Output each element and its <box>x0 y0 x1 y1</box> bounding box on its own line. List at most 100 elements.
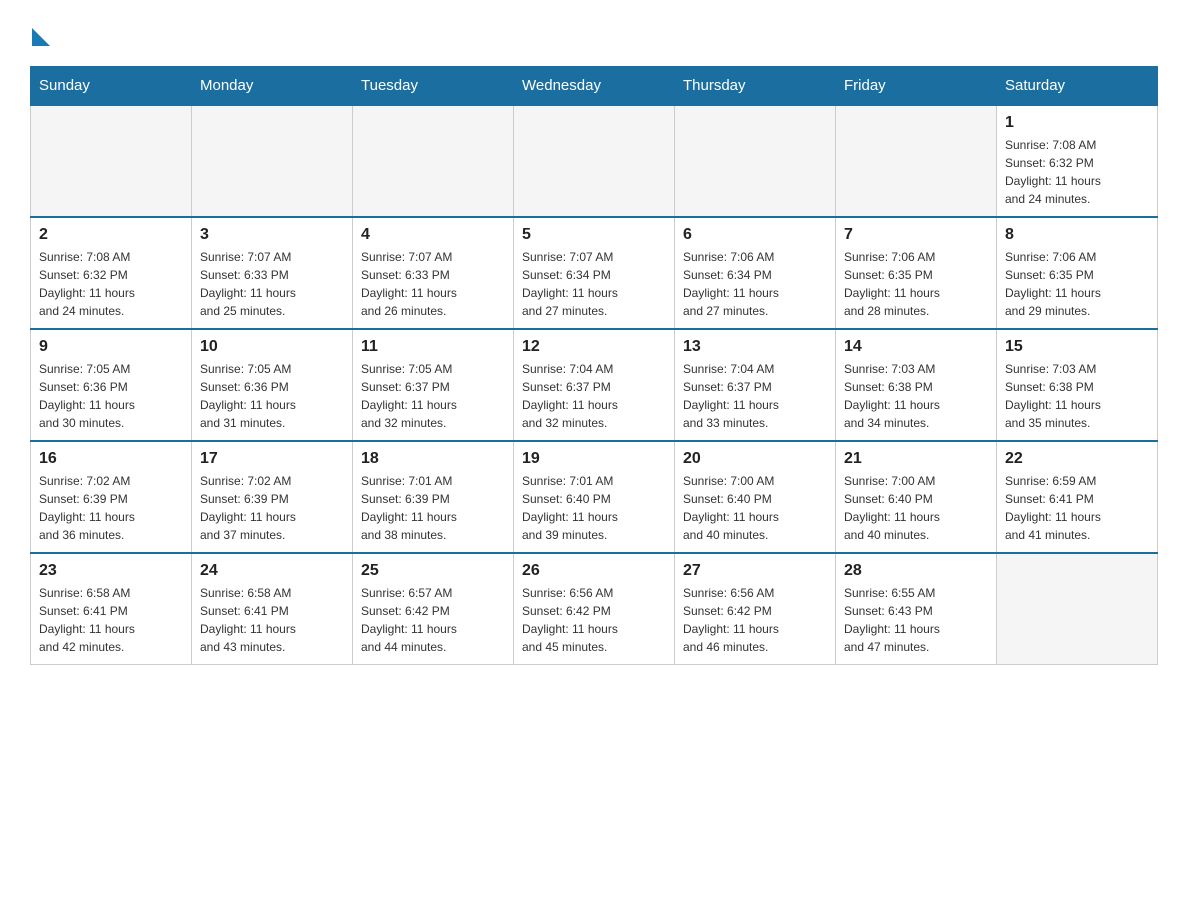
day-info: Sunrise: 6:57 AM Sunset: 6:42 PM Dayligh… <box>361 584 505 656</box>
day-number: 16 <box>39 450 183 468</box>
calendar-day-cell: 21 Sunrise: 7:00 AM Sunset: 6:40 PM Dayli… <box>836 441 997 553</box>
day-info: Sunrise: 7:00 AM Sunset: 6:40 PM Dayligh… <box>844 472 988 544</box>
calendar-day-cell: 3 Sunrise: 7:07 AM Sunset: 6:33 PM Daylig… <box>192 217 353 329</box>
calendar-day-cell: 1 Sunrise: 7:08 AM Sunset: 6:32 PM Daylig… <box>997 105 1158 217</box>
day-info: Sunrise: 7:03 AM Sunset: 6:38 PM Dayligh… <box>844 360 988 432</box>
day-info: Sunrise: 7:06 AM Sunset: 6:35 PM Dayligh… <box>844 248 988 320</box>
calendar-day-cell: 25 Sunrise: 6:57 AM Sunset: 6:42 PM Dayli… <box>353 553 514 665</box>
calendar-day-cell: 15 Sunrise: 7:03 AM Sunset: 6:38 PM Dayli… <box>997 329 1158 441</box>
calendar-day-cell: 5 Sunrise: 7:07 AM Sunset: 6:34 PM Daylig… <box>514 217 675 329</box>
day-number: 27 <box>683 562 827 580</box>
calendar-day-cell: 17 Sunrise: 7:02 AM Sunset: 6:39 PM Dayli… <box>192 441 353 553</box>
day-info: Sunrise: 7:05 AM Sunset: 6:36 PM Dayligh… <box>39 360 183 432</box>
day-info: Sunrise: 7:02 AM Sunset: 6:39 PM Dayligh… <box>200 472 344 544</box>
day-info: Sunrise: 7:04 AM Sunset: 6:37 PM Dayligh… <box>683 360 827 432</box>
day-info: Sunrise: 7:07 AM Sunset: 6:33 PM Dayligh… <box>361 248 505 320</box>
column-header-sunday: Sunday <box>31 67 192 106</box>
day-info: Sunrise: 6:58 AM Sunset: 6:41 PM Dayligh… <box>39 584 183 656</box>
calendar-day-cell <box>836 105 997 217</box>
day-info: Sunrise: 7:05 AM Sunset: 6:36 PM Dayligh… <box>200 360 344 432</box>
day-number: 1 <box>1005 114 1149 132</box>
day-info: Sunrise: 7:07 AM Sunset: 6:33 PM Dayligh… <box>200 248 344 320</box>
column-header-monday: Monday <box>192 67 353 106</box>
day-info: Sunrise: 7:06 AM Sunset: 6:35 PM Dayligh… <box>1005 248 1149 320</box>
day-number: 25 <box>361 562 505 580</box>
day-info: Sunrise: 7:05 AM Sunset: 6:37 PM Dayligh… <box>361 360 505 432</box>
day-number: 19 <box>522 450 666 468</box>
day-number: 2 <box>39 226 183 244</box>
calendar-table: SundayMondayTuesdayWednesdayThursdayFrid… <box>30 66 1158 665</box>
calendar-day-cell: 19 Sunrise: 7:01 AM Sunset: 6:40 PM Dayli… <box>514 441 675 553</box>
calendar-week-row: 1 Sunrise: 7:08 AM Sunset: 6:32 PM Daylig… <box>31 105 1158 217</box>
calendar-day-cell: 6 Sunrise: 7:06 AM Sunset: 6:34 PM Daylig… <box>675 217 836 329</box>
day-info: Sunrise: 7:06 AM Sunset: 6:34 PM Dayligh… <box>683 248 827 320</box>
calendar-day-cell <box>675 105 836 217</box>
day-info: Sunrise: 7:01 AM Sunset: 6:39 PM Dayligh… <box>361 472 505 544</box>
day-number: 17 <box>200 450 344 468</box>
calendar-day-cell: 4 Sunrise: 7:07 AM Sunset: 6:33 PM Daylig… <box>353 217 514 329</box>
calendar-day-cell: 23 Sunrise: 6:58 AM Sunset: 6:41 PM Dayli… <box>31 553 192 665</box>
calendar-day-cell: 26 Sunrise: 6:56 AM Sunset: 6:42 PM Dayli… <box>514 553 675 665</box>
day-number: 10 <box>200 338 344 356</box>
day-number: 3 <box>200 226 344 244</box>
calendar-day-cell: 12 Sunrise: 7:04 AM Sunset: 6:37 PM Dayli… <box>514 329 675 441</box>
day-number: 24 <box>200 562 344 580</box>
day-info: Sunrise: 6:59 AM Sunset: 6:41 PM Dayligh… <box>1005 472 1149 544</box>
day-info: Sunrise: 7:04 AM Sunset: 6:37 PM Dayligh… <box>522 360 666 432</box>
calendar-day-cell <box>997 553 1158 665</box>
day-number: 9 <box>39 338 183 356</box>
calendar-week-row: 16 Sunrise: 7:02 AM Sunset: 6:39 PM Dayli… <box>31 441 1158 553</box>
calendar-week-row: 9 Sunrise: 7:05 AM Sunset: 6:36 PM Daylig… <box>31 329 1158 441</box>
day-number: 21 <box>844 450 988 468</box>
day-number: 5 <box>522 226 666 244</box>
day-number: 15 <box>1005 338 1149 356</box>
day-number: 7 <box>844 226 988 244</box>
day-info: Sunrise: 7:01 AM Sunset: 6:40 PM Dayligh… <box>522 472 666 544</box>
calendar-day-cell: 2 Sunrise: 7:08 AM Sunset: 6:32 PM Daylig… <box>31 217 192 329</box>
calendar-day-cell: 14 Sunrise: 7:03 AM Sunset: 6:38 PM Dayli… <box>836 329 997 441</box>
calendar-day-cell: 16 Sunrise: 7:02 AM Sunset: 6:39 PM Dayli… <box>31 441 192 553</box>
calendar-day-cell: 24 Sunrise: 6:58 AM Sunset: 6:41 PM Dayli… <box>192 553 353 665</box>
day-info: Sunrise: 6:55 AM Sunset: 6:43 PM Dayligh… <box>844 584 988 656</box>
day-number: 20 <box>683 450 827 468</box>
page-header <box>30 20 1158 46</box>
day-number: 4 <box>361 226 505 244</box>
day-number: 12 <box>522 338 666 356</box>
day-info: Sunrise: 6:56 AM Sunset: 6:42 PM Dayligh… <box>522 584 666 656</box>
calendar-day-cell: 27 Sunrise: 6:56 AM Sunset: 6:42 PM Dayli… <box>675 553 836 665</box>
day-number: 11 <box>361 338 505 356</box>
day-number: 13 <box>683 338 827 356</box>
day-info: Sunrise: 7:08 AM Sunset: 6:32 PM Dayligh… <box>39 248 183 320</box>
calendar-week-row: 23 Sunrise: 6:58 AM Sunset: 6:41 PM Dayli… <box>31 553 1158 665</box>
calendar-day-cell: 13 Sunrise: 7:04 AM Sunset: 6:37 PM Dayli… <box>675 329 836 441</box>
day-number: 8 <box>1005 226 1149 244</box>
calendar-day-cell: 11 Sunrise: 7:05 AM Sunset: 6:37 PM Dayli… <box>353 329 514 441</box>
day-number: 23 <box>39 562 183 580</box>
day-number: 14 <box>844 338 988 356</box>
column-header-tuesday: Tuesday <box>353 67 514 106</box>
calendar-day-cell: 22Sunrise: 6:59 AM Sunset: 6:41 PM Dayli… <box>997 441 1158 553</box>
day-info: Sunrise: 7:03 AM Sunset: 6:38 PM Dayligh… <box>1005 360 1149 432</box>
day-info: Sunrise: 7:08 AM Sunset: 6:32 PM Dayligh… <box>1005 136 1149 208</box>
day-number: 6 <box>683 226 827 244</box>
day-number: 18 <box>361 450 505 468</box>
calendar-day-cell: 20 Sunrise: 7:00 AM Sunset: 6:40 PM Dayli… <box>675 441 836 553</box>
calendar-day-cell: 7 Sunrise: 7:06 AM Sunset: 6:35 PM Daylig… <box>836 217 997 329</box>
calendar-day-cell: 18 Sunrise: 7:01 AM Sunset: 6:39 PM Dayli… <box>353 441 514 553</box>
calendar-day-cell: 9 Sunrise: 7:05 AM Sunset: 6:36 PM Daylig… <box>31 329 192 441</box>
column-header-saturday: Saturday <box>997 67 1158 106</box>
day-info: Sunrise: 7:02 AM Sunset: 6:39 PM Dayligh… <box>39 472 183 544</box>
day-info: Sunrise: 7:07 AM Sunset: 6:34 PM Dayligh… <box>522 248 666 320</box>
day-info: Sunrise: 6:58 AM Sunset: 6:41 PM Dayligh… <box>200 584 344 656</box>
day-number: 28 <box>844 562 988 580</box>
calendar-day-cell <box>31 105 192 217</box>
day-info: Sunrise: 6:56 AM Sunset: 6:42 PM Dayligh… <box>683 584 827 656</box>
column-header-wednesday: Wednesday <box>514 67 675 106</box>
calendar-header-row: SundayMondayTuesdayWednesdayThursdayFrid… <box>31 67 1158 106</box>
calendar-day-cell: 8 Sunrise: 7:06 AM Sunset: 6:35 PM Daylig… <box>997 217 1158 329</box>
day-info: Sunrise: 7:00 AM Sunset: 6:40 PM Dayligh… <box>683 472 827 544</box>
column-header-thursday: Thursday <box>675 67 836 106</box>
day-number: 26 <box>522 562 666 580</box>
calendar-week-row: 2 Sunrise: 7:08 AM Sunset: 6:32 PM Daylig… <box>31 217 1158 329</box>
calendar-day-cell <box>192 105 353 217</box>
